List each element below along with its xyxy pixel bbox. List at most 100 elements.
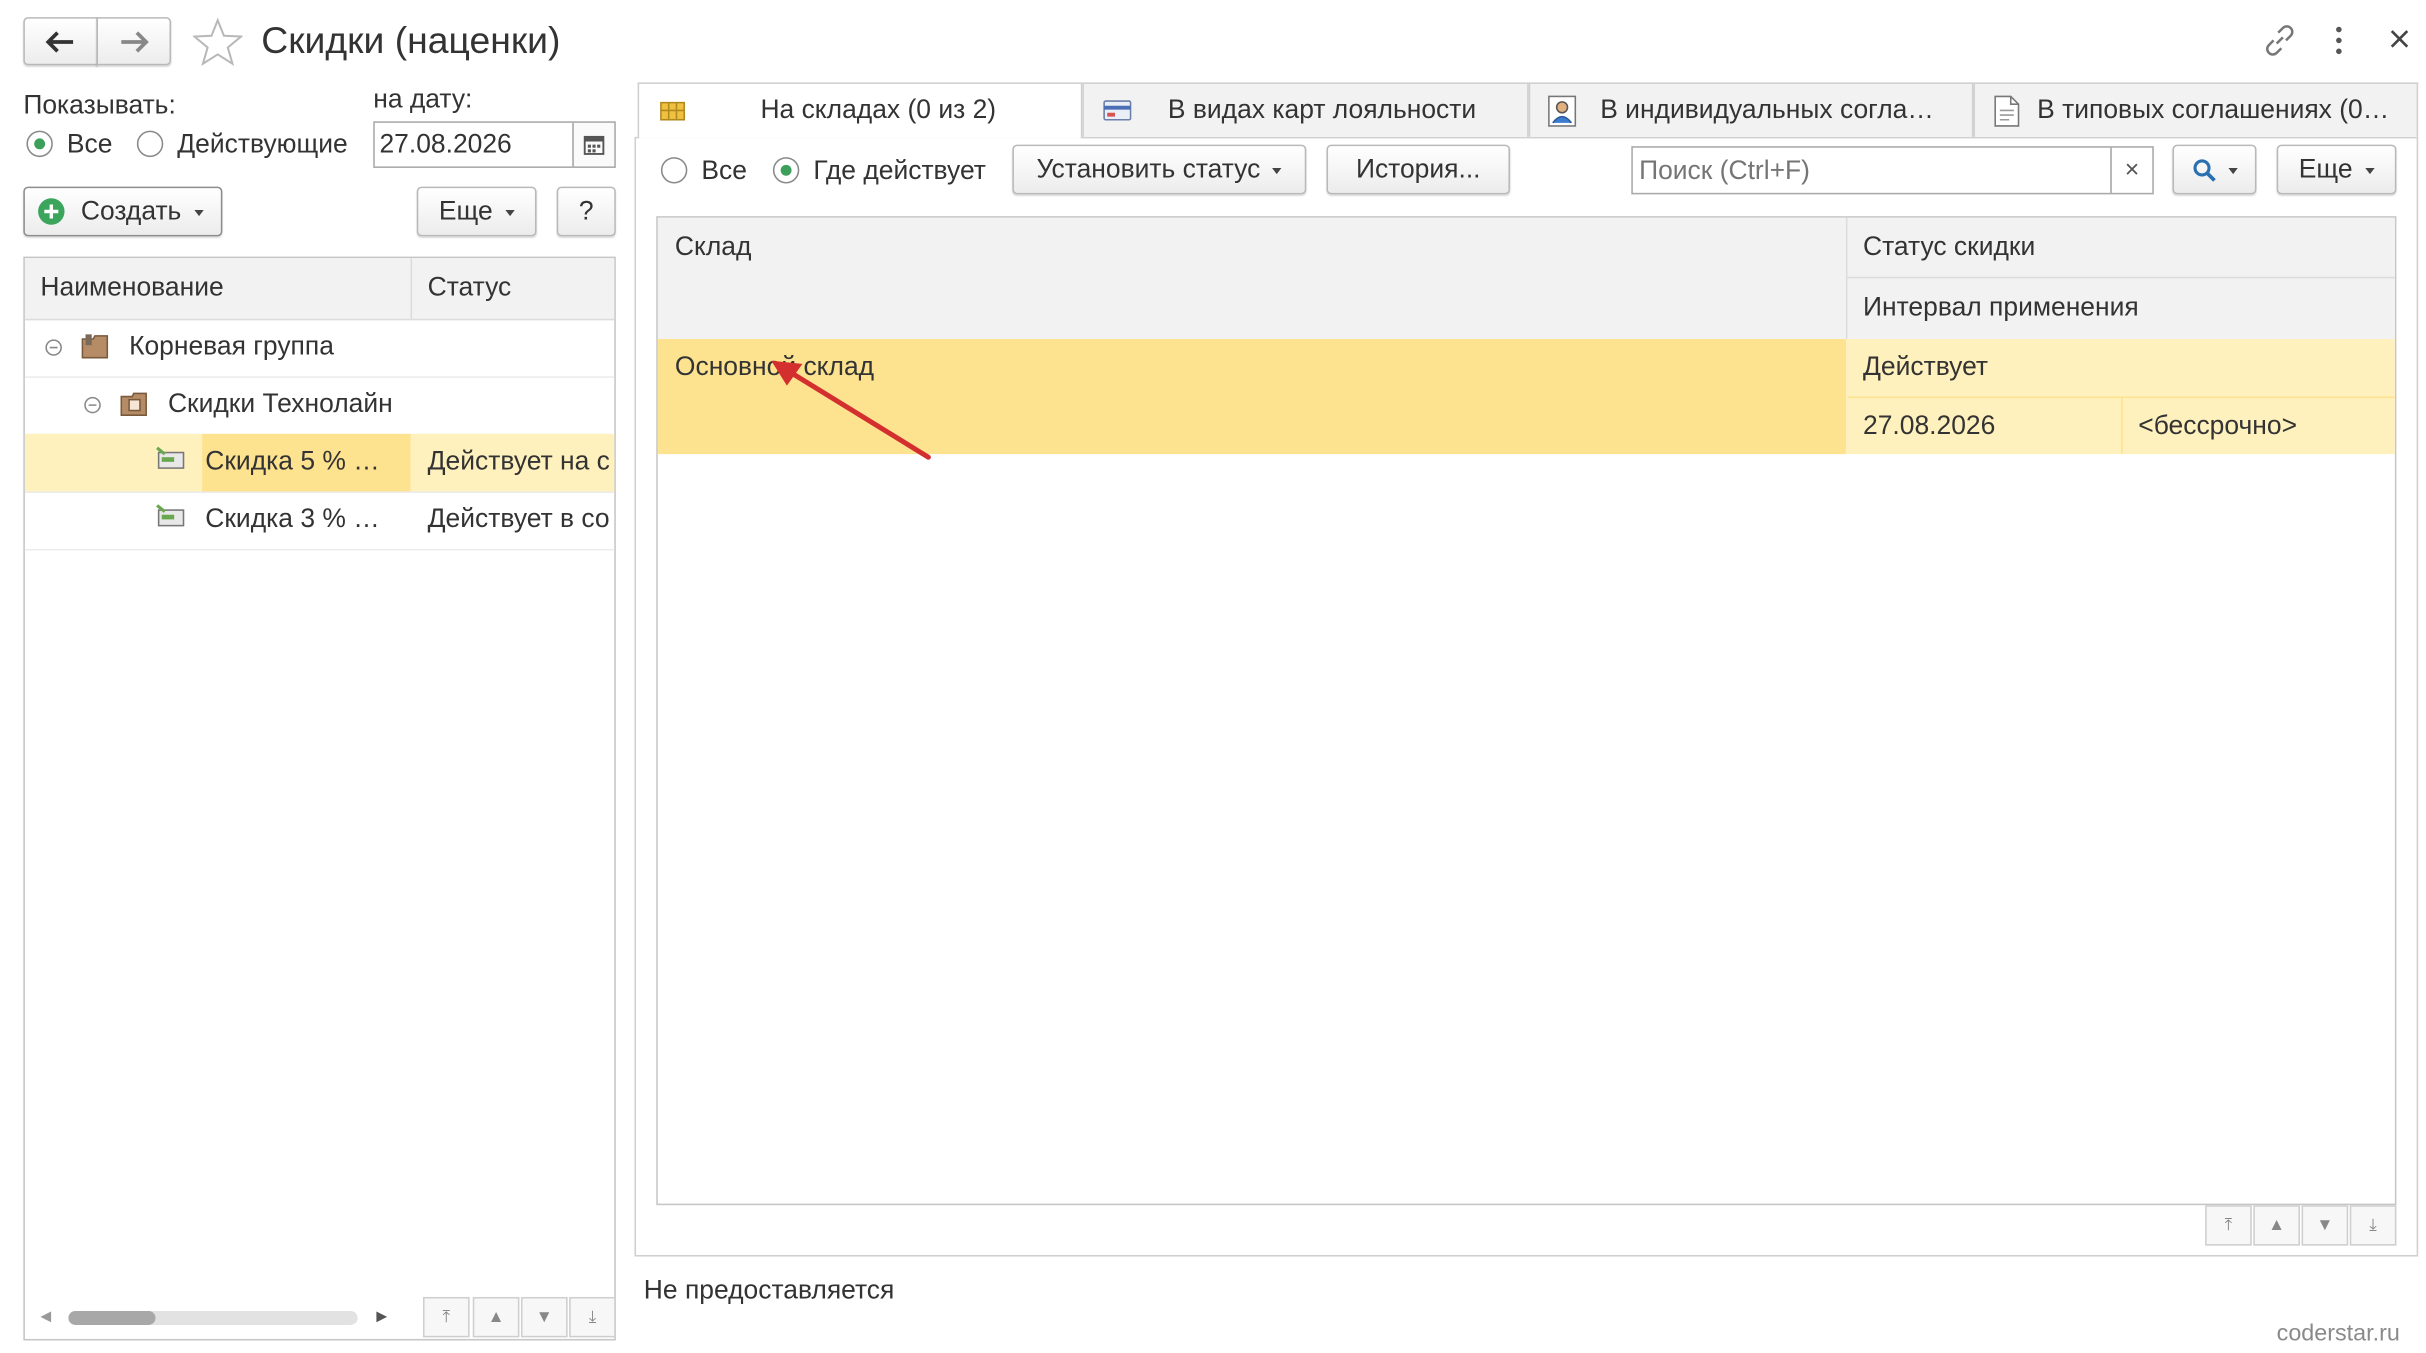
history-label: История... — [1355, 153, 1481, 184]
tree-row[interactable]: Корневая группа — [24, 319, 615, 378]
search-clear-button[interactable]: × — [2110, 146, 2154, 195]
folder-icon — [120, 392, 147, 416]
more-vertical-icon[interactable] — [2330, 25, 2349, 56]
discount-icon — [156, 504, 185, 527]
search-icon — [2192, 158, 2216, 181]
radio-all-warehouses[interactable] — [660, 157, 688, 184]
search-button[interactable] — [2172, 144, 2257, 195]
tree-item-status: Действует на с — [427, 446, 610, 476]
move-up-button[interactable]: ▲ — [2253, 1205, 2300, 1246]
discount-icon — [156, 446, 185, 469]
col-status-header[interactable]: Статус — [428, 272, 512, 303]
radio-where-active[interactable] — [772, 157, 800, 184]
document-icon — [1994, 95, 2020, 127]
move-last-button[interactable]: ⤓ — [569, 1296, 615, 1338]
chevron-down-icon — [2364, 167, 2375, 175]
tab-label: В типовых соглашениях (0… — [2037, 94, 2390, 125]
collapse-icon[interactable] — [84, 396, 101, 414]
move-up-button[interactable]: ▲ — [472, 1296, 520, 1338]
horizontal-scrollbar[interactable] — [68, 1310, 358, 1325]
move-last-button[interactable]: ⤓ — [2349, 1205, 2397, 1246]
move-down-button[interactable]: ▼ — [2301, 1205, 2349, 1246]
set-status-label: Установить статус — [1036, 153, 1261, 184]
col-name-header[interactable]: Наименование — [40, 272, 223, 303]
col-status-header[interactable]: Статус скидки — [1863, 232, 2035, 263]
back-button[interactable] — [23, 17, 98, 66]
tree-item-label: Скидка 5 % … — [205, 446, 380, 476]
scroll-right-icon[interactable]: ▶ — [376, 1308, 387, 1325]
tree-item-label: Корневая группа — [129, 331, 334, 361]
chevron-down-icon — [505, 209, 515, 217]
tree-row[interactable]: Скидки Технолайн — [24, 376, 615, 436]
tab-standard-agreements[interactable]: В типовых соглашениях (0… — [1973, 82, 2419, 137]
radio-all-label: Все — [66, 129, 113, 159]
row-date: 27.08.2026 — [1863, 410, 1996, 441]
loyalty-card-icon — [1103, 100, 1132, 121]
tab-label: На складах (0 из 2) — [760, 94, 997, 125]
table-header: Склад Статус скидки Интервал применения — [657, 217, 2395, 341]
tree-item-status: Действует в со — [427, 503, 610, 534]
help-label: ? — [578, 195, 594, 226]
move-down-button[interactable]: ▼ — [520, 1296, 568, 1338]
right-more-button[interactable]: Еще — [2276, 144, 2397, 195]
create-button-label: Создать — [80, 195, 182, 226]
scrollbar-thumb[interactable] — [68, 1310, 156, 1325]
search-input[interactable] — [1632, 147, 2100, 193]
help-button[interactable]: ? — [556, 186, 616, 237]
move-first-button[interactable]: ⤒ — [2205, 1205, 2252, 1246]
right-more-label: Еще — [2298, 153, 2353, 184]
radio-where-active-label: Где действует — [813, 155, 986, 186]
row-interval: <бессрочно> — [2138, 410, 2298, 441]
col-warehouse-header[interactable]: Склад — [675, 232, 752, 263]
folder-icon — [81, 334, 109, 359]
close-icon[interactable] — [2389, 28, 2411, 50]
scroll-left-icon[interactable]: ◀ — [40, 1308, 51, 1325]
discount-tree[interactable]: Наименование Статус Корневая группа Скид… — [23, 256, 616, 1341]
tree-row-selected[interactable]: Скидка 5 % … Действует на с — [24, 433, 615, 493]
close-icon: × — [2124, 156, 2140, 183]
history-button[interactable]: История... — [1326, 144, 1511, 195]
link-icon[interactable] — [2263, 23, 2297, 57]
person-document-icon — [1548, 95, 1577, 127]
tree-item-label: Скидка 3 % … — [205, 503, 380, 534]
tab-loyalty-cards[interactable]: В видах карт лояльности — [1082, 82, 1529, 137]
tab-label: В видах карт лояльности — [1167, 94, 1477, 125]
tree-header: Наименование Статус — [24, 258, 615, 321]
plus-circle-icon — [38, 198, 65, 225]
star-icon[interactable] — [192, 17, 243, 67]
set-status-button[interactable]: Установить статус — [1012, 144, 1307, 195]
page-title: Скидки (наценки) — [261, 20, 561, 63]
left-more-button[interactable]: Еще — [416, 186, 537, 237]
date-field[interactable]: 27.08.2026 — [373, 121, 574, 168]
footer-text: Не предоставляется — [643, 1275, 895, 1305]
tree-row[interactable]: Скидка 3 % … Действует в со — [24, 491, 615, 551]
search-input-wrap[interactable] — [1631, 146, 2112, 195]
chevron-down-icon — [2227, 167, 2238, 175]
radio-all-warehouses-label: Все — [701, 155, 747, 186]
date-value: 27.08.2026 — [379, 129, 512, 159]
radio-all[interactable] — [26, 130, 53, 158]
tab-warehouses[interactable]: На складах (0 из 2) — [637, 82, 1083, 139]
row-status: Действует — [1863, 351, 1989, 381]
arrow-right-icon — [121, 30, 149, 52]
collapse-icon[interactable] — [45, 339, 62, 356]
chevron-down-icon — [1272, 167, 1283, 175]
show-label: Показывать: — [23, 90, 176, 120]
arrow-left-icon — [45, 30, 74, 52]
left-more-label: Еще — [438, 195, 493, 226]
calendar-icon — [583, 135, 605, 155]
radio-active[interactable] — [136, 130, 164, 158]
create-button[interactable]: Создать — [23, 186, 223, 237]
date-label: на дату: — [373, 83, 473, 114]
col-interval-header[interactable]: Интервал применения — [1863, 292, 2139, 323]
tab-label: В индивидуальных согла… — [1600, 94, 1934, 125]
move-first-button[interactable]: ⤒ — [422, 1296, 470, 1338]
tree-item-label: Скидки Технолайн — [167, 388, 393, 419]
chevron-down-icon — [193, 209, 204, 217]
annotation-arrow — [771, 360, 931, 460]
calendar-button[interactable] — [572, 121, 616, 168]
forward-button[interactable] — [96, 17, 172, 66]
warehouse-icon — [660, 101, 686, 121]
radio-active-label: Действующие — [177, 129, 348, 159]
tab-individual-agreements[interactable]: В индивидуальных согла… — [1528, 82, 1974, 137]
